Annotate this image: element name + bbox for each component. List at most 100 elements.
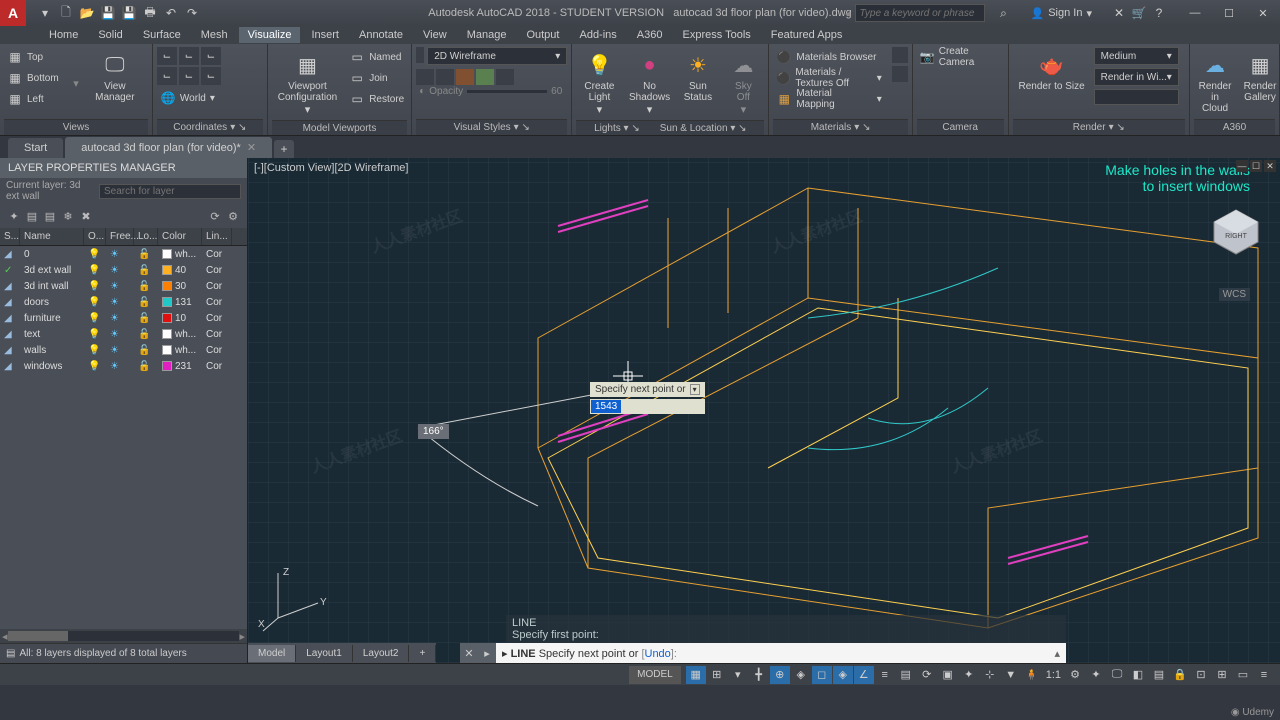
status-ortho-icon[interactable]: ╋ xyxy=(749,666,769,684)
menu-tab-output[interactable]: Output xyxy=(517,27,568,43)
viewport-label[interactable]: [-][Custom View][2D Wireframe] xyxy=(254,162,408,174)
layer-row[interactable]: ◢text💡☀🔓wh...Cor xyxy=(0,326,247,342)
redo-icon[interactable]: ↷ xyxy=(183,4,201,22)
viewcube[interactable]: RIGHT xyxy=(1210,206,1262,258)
layer-search-input[interactable] xyxy=(99,184,241,199)
close-tab-icon[interactable]: ✕ xyxy=(247,141,256,154)
status-grid-icon[interactable]: ▦ xyxy=(686,666,706,684)
status-3d-icon[interactable]: ▣ xyxy=(938,666,958,684)
status-monitor-icon[interactable]: 🖵 xyxy=(1107,666,1127,684)
vp-maximize-icon[interactable]: ☐ xyxy=(1250,160,1262,172)
new-icon[interactable]: 🗋 xyxy=(57,4,75,22)
status-cycle-icon[interactable]: ⟳ xyxy=(917,666,937,684)
dyn-options-icon[interactable]: ▾ xyxy=(690,384,700,395)
layer-delete-icon[interactable]: ✖ xyxy=(78,208,94,224)
tab-current-file[interactable]: autocad 3d floor plan (for video)*✕ xyxy=(65,137,272,158)
create-camera-button[interactable]: 📷Create Camera xyxy=(917,47,1004,67)
no-shadows-button[interactable]: ●No Shadows▾ xyxy=(626,47,674,120)
render-cloud-button[interactable]: ☁Render in Cloud xyxy=(1194,47,1236,118)
status-trans-icon[interactable]: ▤ xyxy=(896,666,916,684)
status-dyn-icon[interactable]: ✦ xyxy=(959,666,979,684)
status-lw-icon[interactable]: ≡ xyxy=(875,666,895,684)
view-left-button[interactable]: ▦Left xyxy=(4,89,70,109)
col-on[interactable]: O... xyxy=(84,228,106,245)
named-viewport-button[interactable]: ▭Named xyxy=(346,47,407,67)
menu-tab-manage[interactable]: Manage xyxy=(458,27,516,43)
exchange-icon[interactable]: ✕ xyxy=(1110,4,1128,22)
saveas-icon[interactable]: 💾 xyxy=(120,4,138,22)
status-lock-icon[interactable]: 🔒 xyxy=(1170,666,1190,684)
status-iso-icon[interactable]: ◈ xyxy=(791,666,811,684)
menu-tab-featured-apps[interactable]: Featured Apps xyxy=(762,27,852,43)
materials-textures-button[interactable]: ⚫Materials / Textures Off ▾ xyxy=(773,68,884,88)
layer-hscroll[interactable]: ◂▸ xyxy=(0,629,247,643)
ucs-icon-5[interactable]: ⌙ xyxy=(179,67,199,85)
render-window-dropdown[interactable]: Render in Wi...▾ xyxy=(1094,68,1179,86)
ucs-icon-2[interactable]: ⌙ xyxy=(179,47,199,65)
menu-tab-visualize[interactable]: Visualize xyxy=(239,27,301,43)
command-line-input[interactable]: ▸ LINE Specify next point or [Undo]: xyxy=(496,647,1048,660)
layer-row[interactable]: ◢3d int wall💡☀🔓30Cor xyxy=(0,278,247,294)
status-otrack-icon[interactable]: ∠ xyxy=(854,666,874,684)
maximize-button[interactable]: ☐ xyxy=(1212,0,1246,26)
layout-tab-layout2[interactable]: Layout2 xyxy=(353,645,410,662)
render-size-input[interactable] xyxy=(1094,89,1179,105)
status-gear-icon[interactable]: ⚙ xyxy=(1065,666,1085,684)
layer-new-icon[interactable]: ✦ xyxy=(6,208,22,224)
view-top-button[interactable]: ▦Top xyxy=(4,47,70,67)
layer-filter-toggle-icon[interactable]: ▤ xyxy=(6,648,15,659)
join-viewport-button[interactable]: ▭Join xyxy=(346,68,407,88)
help-icon[interactable]: ? xyxy=(1150,4,1168,22)
col-status[interactable]: S... xyxy=(0,228,20,245)
layer-row[interactable]: ◢windows💡☀🔓231Cor xyxy=(0,358,247,374)
view-bottom-button[interactable]: ▦Bottom xyxy=(4,68,70,88)
menu-tab-mesh[interactable]: Mesh xyxy=(192,27,237,43)
status-gizmo-icon[interactable]: ⊹ xyxy=(980,666,1000,684)
sun-status-button[interactable]: ☀Sun Status xyxy=(676,47,719,107)
undo-icon[interactable]: ↶ xyxy=(162,4,180,22)
material-mapping-button[interactable]: ▦Material Mapping ▾ xyxy=(773,89,884,109)
menu-tab-a360[interactable]: A360 xyxy=(628,27,672,43)
save-icon[interactable]: 💾 xyxy=(99,4,117,22)
render-quality-dropdown[interactable]: Medium▾ xyxy=(1094,47,1179,65)
vp-close-icon[interactable]: ✕ xyxy=(1264,160,1276,172)
status-model-button[interactable]: MODEL xyxy=(629,666,681,684)
status-hw-icon[interactable]: ⊞ xyxy=(1212,666,1232,684)
vs-opt5-icon[interactable] xyxy=(496,69,514,85)
vs-opt3-icon[interactable] xyxy=(456,69,474,85)
col-line[interactable]: Lin... xyxy=(202,228,232,245)
col-color[interactable]: Color xyxy=(158,228,202,245)
dynamic-input[interactable]: 1543 xyxy=(590,399,705,414)
ucs-icon-3[interactable]: ⌙ xyxy=(201,47,221,65)
menu-tab-add-ins[interactable]: Add-ins xyxy=(570,27,625,43)
add-layout-button[interactable]: + xyxy=(409,645,436,662)
menu-tab-express-tools[interactable]: Express Tools xyxy=(673,27,759,43)
layer-filter-icon[interactable]: ▤ xyxy=(24,208,40,224)
infocenter-icon[interactable]: ⌕ xyxy=(995,4,1013,22)
tab-start[interactable]: Start xyxy=(8,138,63,158)
vstyle-thumb-icon[interactable] xyxy=(416,47,424,63)
cmd-expand-icon[interactable]: ▴ xyxy=(1048,647,1066,660)
status-iso2-icon[interactable]: ⊡ xyxy=(1191,666,1211,684)
layer-refresh-icon[interactable]: ⟳ xyxy=(207,208,223,224)
status-units-icon[interactable]: ◧ xyxy=(1128,666,1148,684)
status-snap-icon[interactable]: ⊞ xyxy=(707,666,727,684)
qat-menu-icon[interactable]: ▾ xyxy=(36,4,54,22)
cart-icon[interactable]: 🛒 xyxy=(1130,4,1148,22)
cmd-menu-icon[interactable]: ▸ xyxy=(478,643,496,663)
col-name[interactable]: Name xyxy=(20,228,84,245)
open-icon[interactable]: 📂 xyxy=(78,4,96,22)
sign-in-button[interactable]: 👤 Sign In ▾ xyxy=(1023,7,1100,20)
new-tab-button[interactable]: + xyxy=(274,140,294,158)
drawing-viewport[interactable]: [-][Custom View][2D Wireframe] Make hole… xyxy=(248,158,1280,663)
layer-row[interactable]: ◢doors💡☀🔓131Cor xyxy=(0,294,247,310)
status-osnap-icon[interactable]: ◻ xyxy=(812,666,832,684)
status-polar-icon[interactable]: ⊕ xyxy=(770,666,790,684)
menu-tab-view[interactable]: View xyxy=(414,27,456,43)
layer-row[interactable]: ◢walls💡☀🔓wh...Cor xyxy=(0,342,247,358)
ucs-axes-icon[interactable]: Z Y X xyxy=(258,563,328,633)
opacity-slider[interactable] xyxy=(467,90,547,93)
wcs-label[interactable]: WCS xyxy=(1219,288,1250,301)
view-manager-button[interactable]: 🖵 View Manager xyxy=(82,47,148,107)
status-dd-icon[interactable]: ▾ xyxy=(728,666,748,684)
